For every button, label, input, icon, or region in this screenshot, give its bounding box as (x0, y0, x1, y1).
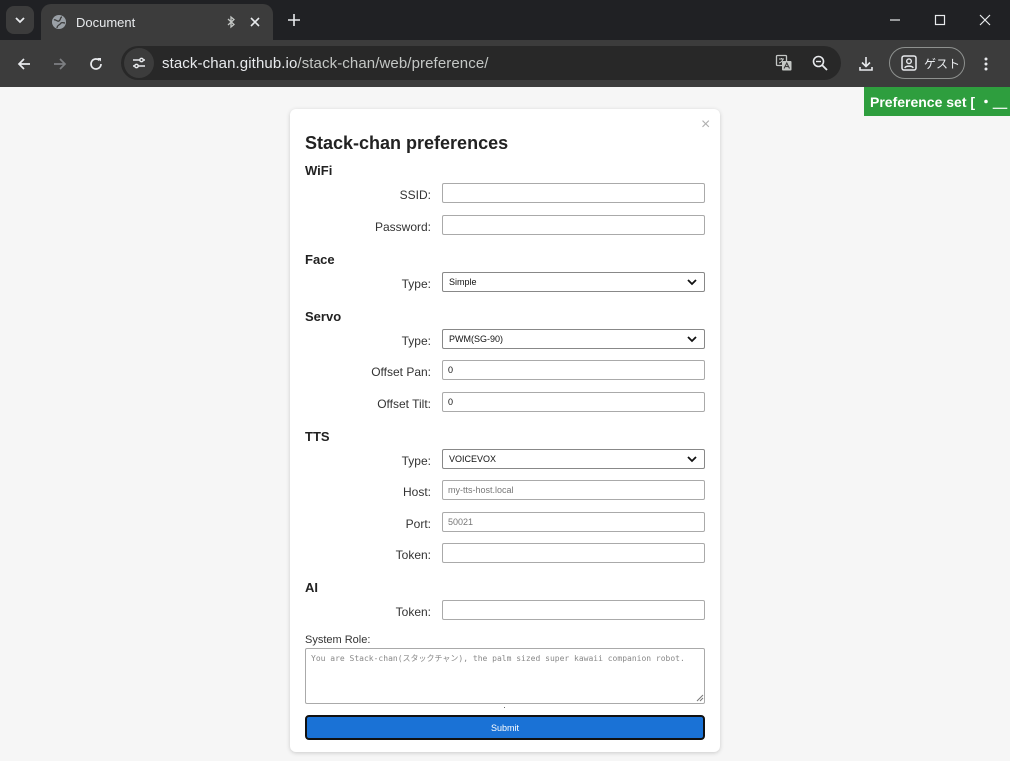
servo-type-value: PWM(SG-90) (449, 334, 503, 344)
tab-document[interactable]: Document (41, 4, 273, 40)
separator-dot (504, 707, 505, 708)
url-text: stack-chan.github.io/stack-chan/web/pref… (162, 55, 769, 72)
maximize-icon (934, 14, 946, 26)
arrow-left-icon (17, 58, 30, 70)
address-bar[interactable]: stack-chan.github.io/stack-chan/web/pref… (121, 46, 841, 80)
offset-tilt-input[interactable] (442, 392, 705, 412)
ssid-input[interactable] (442, 183, 705, 203)
forward-button[interactable] (46, 50, 74, 78)
ssid-label: SSID: (399, 188, 431, 202)
new-tab-button[interactable] (282, 8, 306, 32)
maximize-button[interactable] (918, 6, 962, 34)
translate-button[interactable] (769, 48, 799, 78)
download-icon (859, 57, 873, 71)
tts-host-input[interactable] (442, 480, 705, 500)
section-face-heading: Face (305, 252, 335, 267)
servo-type-label: Type: (401, 334, 431, 348)
resize-grip-icon[interactable] (696, 694, 704, 702)
zoom-button[interactable] (805, 48, 835, 78)
arrow-right-icon (54, 58, 67, 70)
offset-tilt-label: Offset Tilt: (377, 397, 431, 411)
face-type-select[interactable]: Simple (442, 272, 705, 292)
tts-type-value: VOICEVOX (449, 454, 497, 464)
browser-chrome: Document stack-chan.github.io/stack-chan… (0, 0, 1010, 87)
url-host: stack-chan.github.io (162, 54, 298, 72)
offset-pan-label: Offset Pan: (371, 365, 431, 379)
profile-button[interactable]: ゲスト (889, 47, 965, 79)
kebab-menu-icon (984, 57, 988, 71)
tab-search-button[interactable] (6, 6, 34, 34)
dialog-close-icon[interactable]: × (701, 117, 715, 133)
tab-strip: Document (0, 0, 1010, 40)
chevron-down-icon (686, 453, 698, 465)
zoom-out-icon (812, 55, 828, 71)
preference-set-toast: Preference set [ ・＿・] (864, 87, 1010, 116)
section-servo-heading: Servo (305, 309, 342, 324)
page-content: Preference set [ ・＿・] × Stack-chan prefe… (0, 87, 1010, 761)
face-type-label: Type: (401, 277, 431, 291)
password-input[interactable] (442, 215, 705, 235)
tts-host-label: Host: (402, 485, 431, 499)
section-tts-heading: TTS (305, 429, 330, 444)
tab-title: Document (76, 14, 136, 30)
browser-menu-button[interactable] (972, 50, 1000, 78)
back-button[interactable] (10, 50, 38, 78)
system-role-textarea[interactable] (305, 648, 705, 704)
url-path: /stack-chan/web/preference/ (297, 54, 489, 72)
minimize-icon (890, 19, 900, 21)
system-role-label: System Role: (305, 634, 371, 646)
site-info-button[interactable] (124, 48, 154, 78)
profile-label: ゲスト (924, 56, 961, 71)
tts-type-label: Type: (401, 454, 431, 468)
chevron-down-icon (15, 17, 25, 24)
minimize-button[interactable] (873, 6, 917, 34)
reload-icon (90, 58, 102, 70)
offset-pan-input[interactable] (442, 360, 705, 380)
servo-type-select[interactable]: PWM(SG-90) (442, 329, 705, 349)
close-icon (979, 14, 991, 26)
globe-icon (51, 14, 67, 30)
section-ai-heading: AI (305, 580, 318, 595)
guest-profile-icon (900, 54, 918, 72)
ai-token-input[interactable] (442, 600, 705, 620)
window-close-button[interactable] (963, 6, 1007, 34)
downloads-button[interactable] (852, 50, 880, 78)
tab-close-icon[interactable] (247, 14, 263, 30)
tts-port-label: Port: (405, 517, 431, 531)
tts-port-input[interactable] (442, 512, 705, 532)
preferences-dialog: × Stack-chan preferences WiFi SSID: Pass… (290, 109, 720, 752)
browser-toolbar: stack-chan.github.io/stack-chan/web/pref… (0, 40, 1010, 87)
dialog-title: Stack-chan preferences (305, 133, 509, 153)
reload-button[interactable] (82, 50, 110, 78)
tts-token-label: Token: (395, 548, 431, 562)
bluetooth-icon (223, 14, 239, 30)
plus-icon (288, 14, 300, 26)
password-label: Password: (374, 220, 431, 234)
face-type-value: Simple (449, 277, 477, 287)
chevron-down-icon (686, 333, 698, 345)
tune-icon (133, 57, 145, 69)
tts-token-input[interactable] (442, 543, 705, 563)
submit-button[interactable]: Submit (305, 715, 705, 740)
tts-type-select[interactable]: VOICEVOX (442, 449, 705, 469)
chevron-down-icon (686, 276, 698, 288)
section-wifi-heading: WiFi (305, 163, 333, 178)
ai-token-label: Token: (395, 605, 431, 619)
translate-icon (775, 54, 792, 71)
